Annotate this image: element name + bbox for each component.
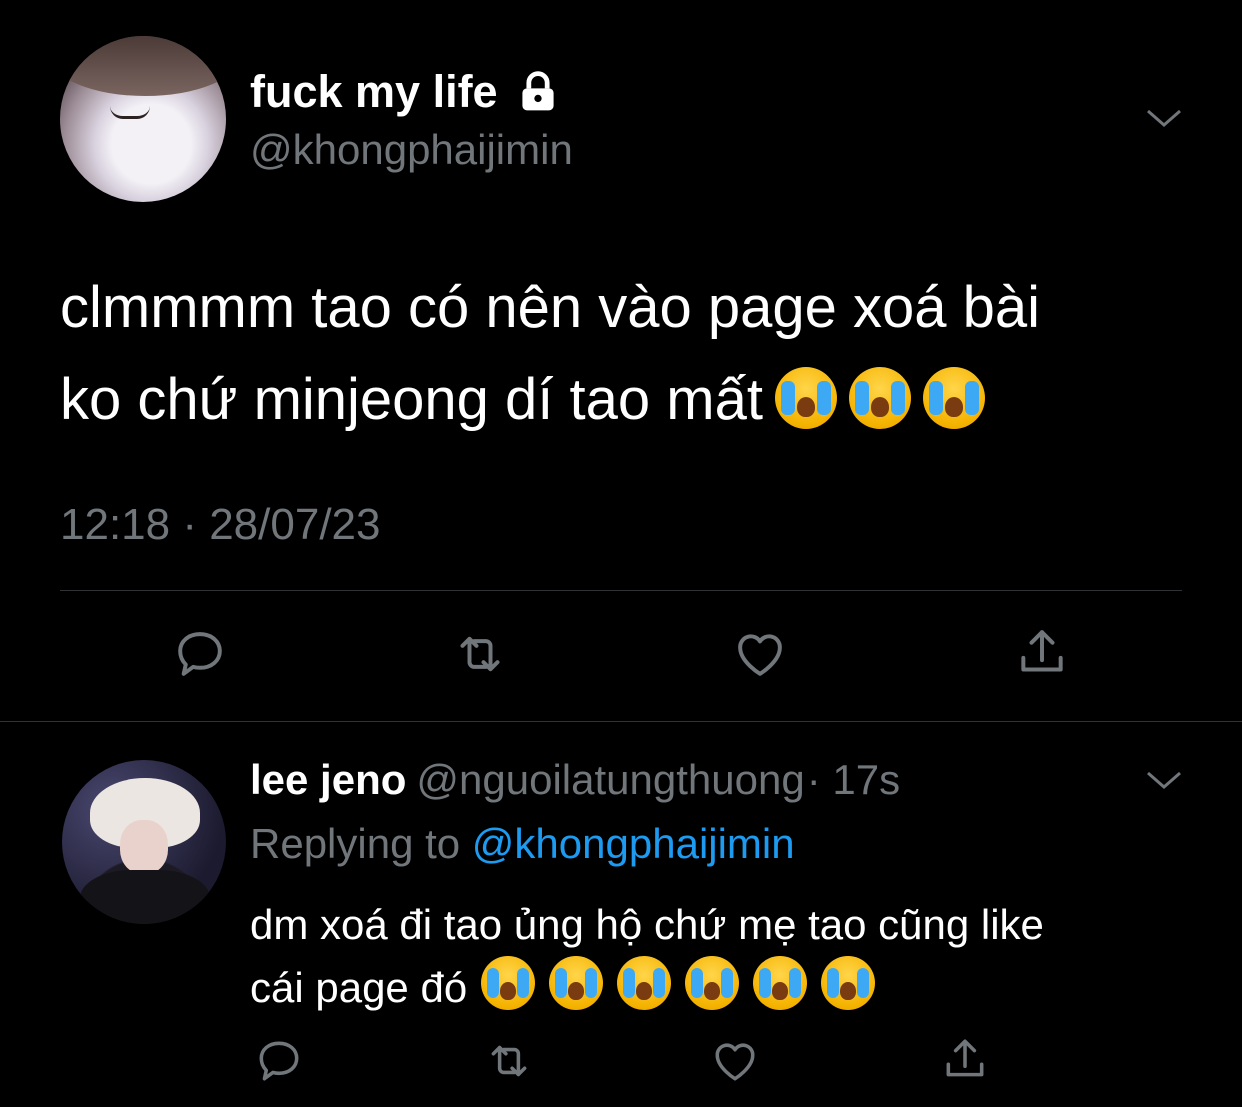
author-header[interactable]: fuck my life (250, 66, 560, 118)
loudly-crying-face-icon (922, 367, 985, 429)
loudly-crying-face-icon (821, 956, 876, 1010)
author-handle[interactable]: @khongphaijimin (250, 126, 573, 174)
share-icon[interactable] (940, 1034, 990, 1084)
reply-icon[interactable] (254, 1036, 304, 1086)
chevron-down-icon[interactable] (1144, 768, 1184, 792)
tweet-text-line: ko chứ minjeong dí tao mất (60, 367, 763, 432)
lock-icon (522, 71, 554, 111)
heart-icon[interactable] (732, 626, 788, 682)
reply-text-line: dm xoá đi tao ủng hộ chứ mẹ tao cũng lik… (250, 901, 1044, 948)
loudly-crying-face-icon (753, 956, 808, 1010)
reply-display-name[interactable]: lee jeno (250, 756, 406, 803)
share-icon[interactable] (1014, 624, 1070, 680)
reply-time[interactable]: · 17s (807, 756, 900, 803)
replying-to: Replying to @khongphaijimin (250, 820, 795, 868)
reply-text-line: cái page đó (250, 964, 468, 1011)
chevron-down-icon[interactable] (1144, 106, 1184, 130)
loudly-crying-face-icon (848, 367, 911, 429)
loudly-crying-face-icon (774, 367, 837, 429)
tweet-text-line: clmmmm tao có nên vào page xoá bài (60, 275, 1041, 340)
reply-avatar[interactable] (62, 760, 226, 924)
loudly-crying-face-icon (481, 956, 536, 1010)
reply-text-line-2: cái page đó (250, 956, 1210, 1019)
retweet-icon[interactable] (452, 626, 508, 682)
divider (60, 590, 1182, 591)
reply-icon[interactable] (172, 626, 228, 682)
divider (0, 721, 1242, 722)
loudly-crying-face-icon (549, 956, 604, 1010)
reply-text: dm xoá đi tao ủng hộ chứ mẹ tao cũng lik… (250, 894, 1210, 1019)
display-name[interactable]: fuck my life (250, 66, 498, 118)
tweet-timestamp[interactable]: 12:18 · 28/07/23 (60, 500, 380, 550)
tweet-text: clmmmm tao có nên vào page xoá bài ko ch… (60, 262, 1210, 446)
tweet-text-line-2: ko chứ minjeong dí tao mất (60, 354, 1210, 446)
reply-header[interactable]: lee jeno @nguoilatungthuong· 17s (250, 756, 900, 804)
avatar[interactable] (60, 36, 226, 202)
replying-prefix: Replying to (250, 820, 461, 867)
replying-handle-link[interactable]: @khongphaijimin (472, 820, 795, 867)
loudly-crying-face-icon (685, 956, 740, 1010)
loudly-crying-face-icon (617, 956, 672, 1010)
retweet-icon[interactable] (484, 1036, 534, 1086)
heart-icon[interactable] (710, 1036, 760, 1086)
reply-handle[interactable]: @nguoilatungthuong (416, 756, 804, 803)
